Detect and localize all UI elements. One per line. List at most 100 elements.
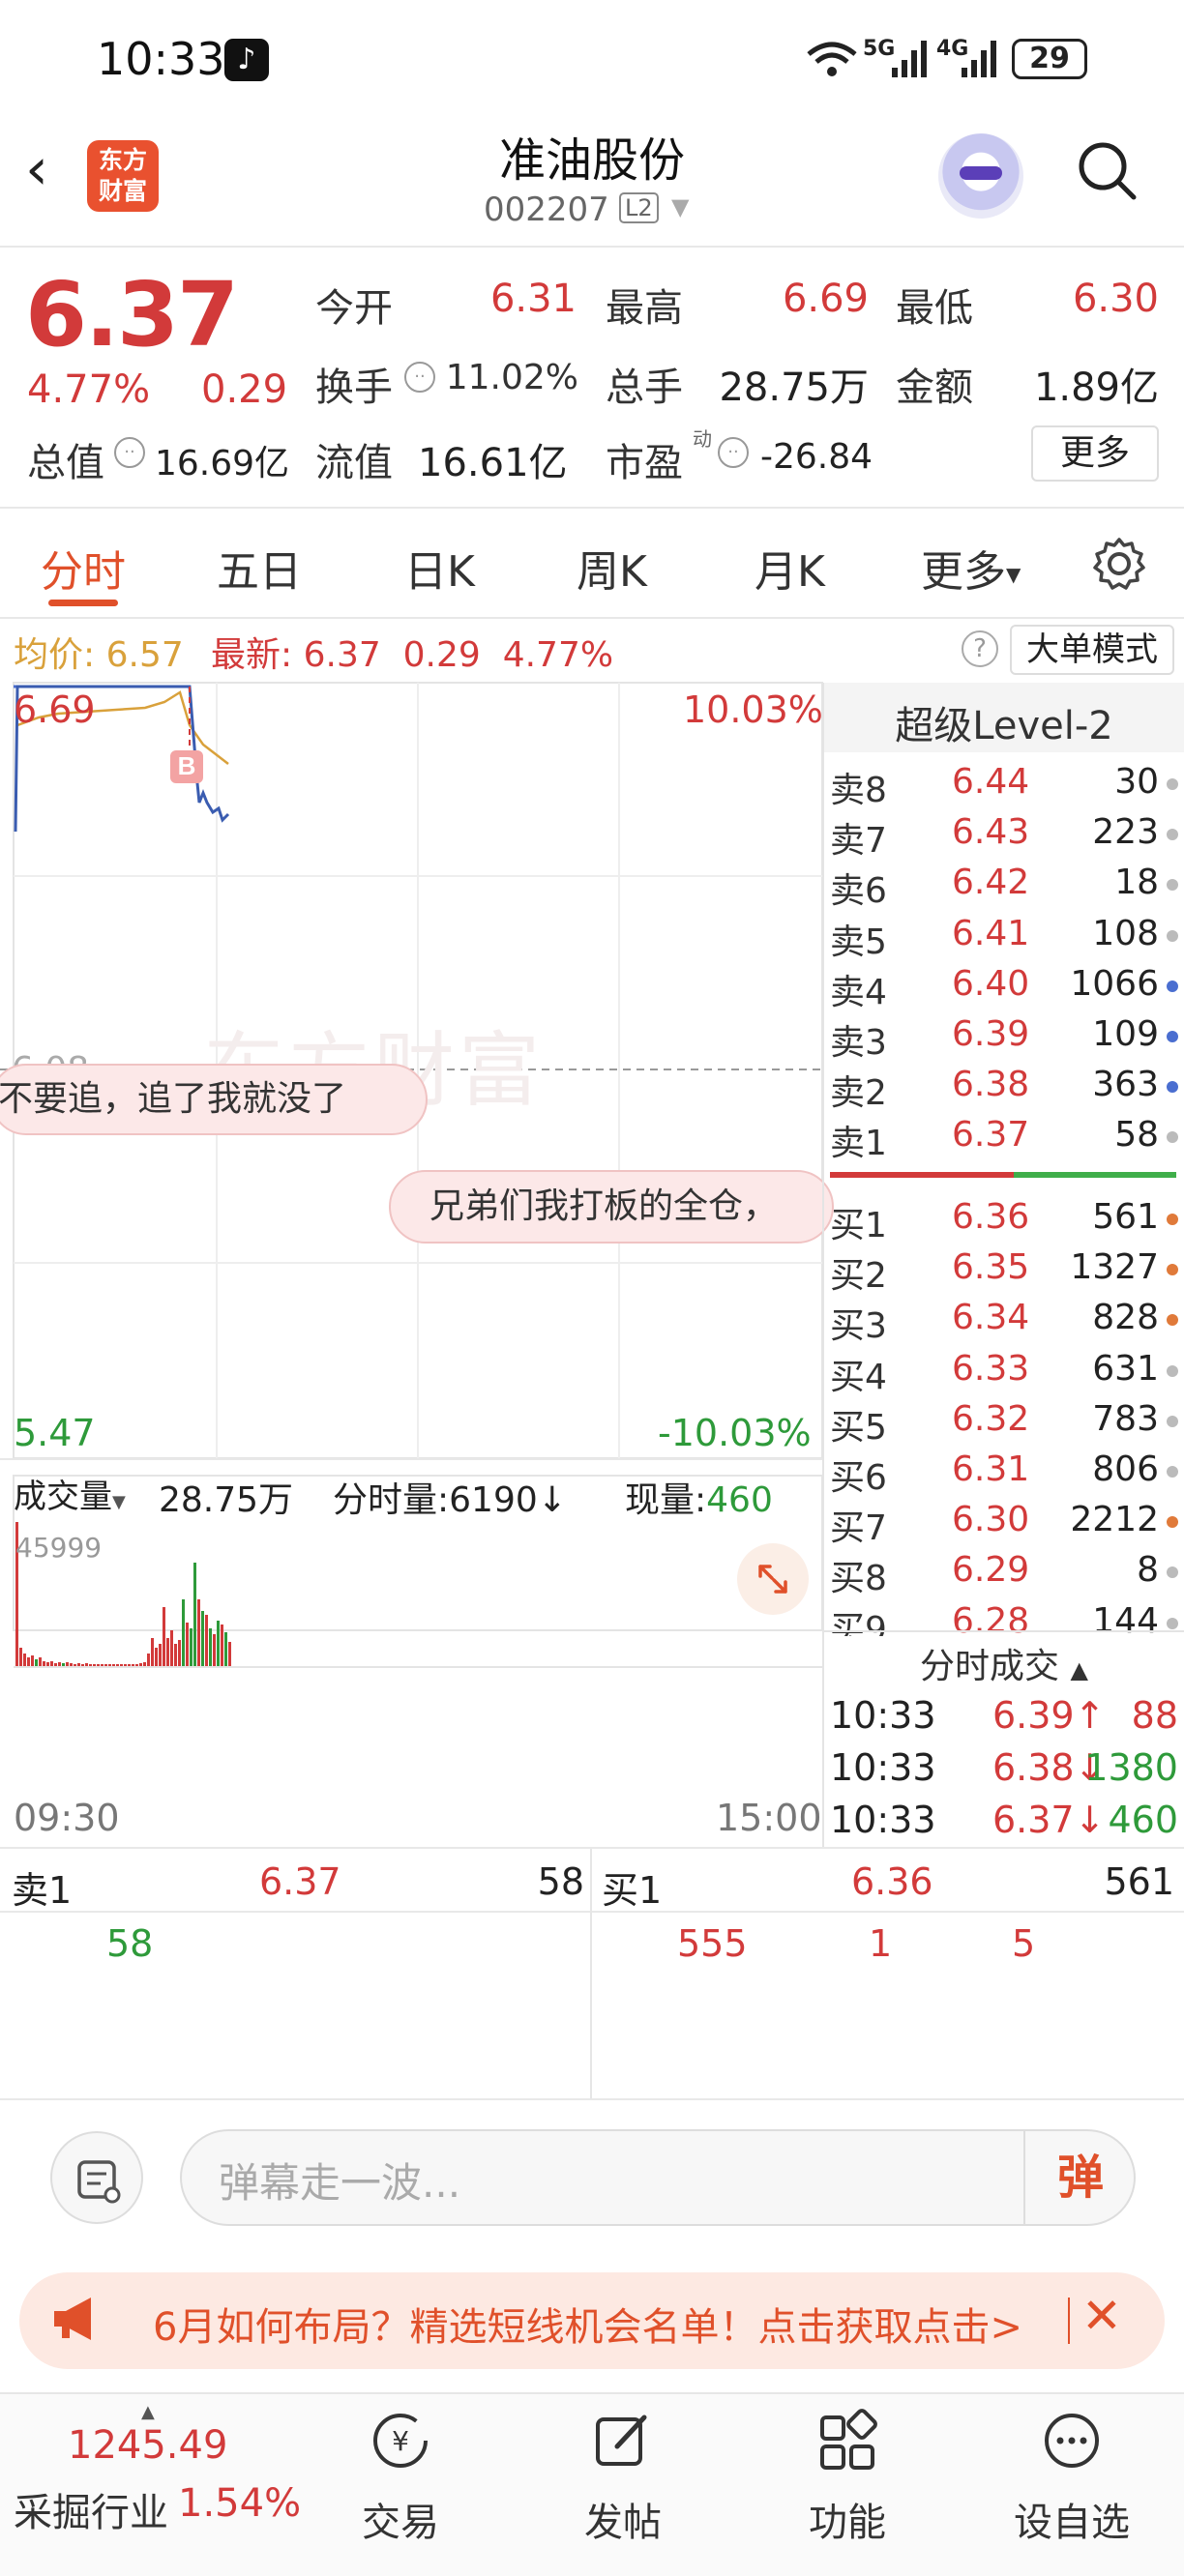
tick-row: 10:33 6.38↓ 1380	[830, 1746, 1178, 1799]
tab-monthly-k[interactable]: 月K	[755, 537, 825, 599]
ask-volume: 223	[1092, 812, 1159, 853]
tab-five-day[interactable]: 五日	[217, 537, 302, 599]
nav-functions[interactable]: 功能	[770, 2406, 925, 2547]
bid-row[interactable]: 买6 6.31 806	[830, 1449, 1178, 1500]
ask-row[interactable]: 卖2 6.38 363	[830, 1065, 1178, 1115]
nav-trade[interactable]: ¥ 交易	[323, 2406, 478, 2547]
volume-bar	[221, 1625, 223, 1667]
bid-price: 6.36	[952, 1197, 1030, 1237]
caret-up-icon: ▲	[141, 2402, 155, 2422]
megaphone-icon	[54, 2298, 91, 2340]
industry-index-value[interactable]: 1245.49	[68, 2423, 227, 2468]
bid-row[interactable]: 买3 6.34 828	[830, 1298, 1178, 1348]
volume-selector[interactable]: 成交量▼	[14, 1470, 126, 1517]
turnover-value: 11.02%	[445, 358, 578, 397]
nav-add-watchlist[interactable]: 设自选	[994, 2406, 1149, 2547]
ask-price: 6.43	[952, 812, 1030, 853]
bid-ask-ratio-green	[1014, 1172, 1176, 1178]
nav-post[interactable]: 发帖	[546, 2406, 700, 2547]
order-dot-icon	[1167, 1466, 1178, 1478]
bid-volume: 1327	[1070, 1247, 1159, 1288]
bid-row[interactable]: 买2 6.35 1327	[830, 1247, 1178, 1298]
bid-level: 买2	[830, 1256, 887, 1297]
volume-bar	[151, 1638, 154, 1667]
turnover-info-icon[interactable]: ··	[404, 362, 435, 393]
tab-daily-k[interactable]: 日K	[404, 537, 475, 599]
ask-row[interactable]: 卖1 6.37 58	[830, 1115, 1178, 1165]
order-dot-icon	[1167, 1415, 1178, 1427]
header-divider	[0, 246, 1184, 248]
danmu-text: 不要追，追了我就没了	[0, 1079, 347, 1119]
industry-name[interactable]: 采掘行业	[14, 2481, 168, 2537]
danmu-bubble[interactable]: 兄弟们我打板的全仓，	[389, 1170, 834, 1244]
bid-row[interactable]: 买4 6.33 631	[830, 1349, 1178, 1399]
volume-bar	[228, 1642, 231, 1667]
bid-price: 6.31	[952, 1449, 1030, 1489]
ask-row[interactable]: 卖5 6.41 108	[830, 914, 1178, 964]
promo-text[interactable]: 6月如何布局？精选短线机会名单！点击获取点击>	[153, 2296, 1062, 2352]
tab-active-indicator	[48, 600, 118, 606]
order-dot-icon	[1167, 778, 1178, 790]
expand-chart-button[interactable]	[737, 1543, 809, 1615]
last-price: 6.37	[25, 263, 239, 366]
ask-row[interactable]: 卖7 6.43 223	[830, 812, 1178, 863]
queue-top-divider	[0, 1847, 1184, 1849]
ask-volume: 58	[1114, 1115, 1159, 1156]
ask-row[interactable]: 卖8 6.44 30	[830, 762, 1178, 812]
pe-info-icon[interactable]: ··	[718, 437, 749, 468]
mktcap-info-icon[interactable]: ··	[114, 437, 145, 468]
bid-row[interactable]: 买1 6.36 561	[830, 1197, 1178, 1247]
dropdown-icon[interactable]: ▼	[671, 193, 689, 220]
bid-row[interactable]: 买5 6.32 783	[830, 1399, 1178, 1449]
chart-top-right: 10.03%	[683, 688, 823, 731]
more-quote-button[interactable]: 更多	[1031, 425, 1159, 482]
assistant-robot-icon[interactable]	[938, 133, 1023, 219]
pe-label: 市盈	[606, 441, 683, 485]
bid-price: 6.33	[952, 1348, 1030, 1389]
danmu-bubble[interactable]: 不要追，追了我就没了	[0, 1064, 428, 1135]
ask-row[interactable]: 卖6 6.42 18	[830, 863, 1178, 913]
tick-row: 10:33 6.37↓ 460	[830, 1799, 1178, 1851]
tab-weekly-k[interactable]: 周K	[577, 537, 647, 599]
ask-volume: 18	[1114, 863, 1159, 903]
search-icon[interactable]	[1076, 139, 1138, 201]
bid-volume: 806	[1092, 1449, 1159, 1489]
bid-row[interactable]: 买8 6.29 8	[830, 1550, 1178, 1600]
tick-volume: 分时量:6190↓	[333, 1472, 567, 1522]
volume-bar	[217, 1621, 220, 1667]
intraday-chart[interactable]: B	[0, 677, 824, 1849]
latest-value: 6.37	[303, 635, 381, 675]
danmu-placeholder[interactable]: 弹幕走一波...	[219, 2151, 460, 2210]
bid-level: 买3	[830, 1306, 887, 1347]
gear-icon[interactable]	[1091, 536, 1147, 592]
big-order-mode-button[interactable]: 大单模式	[1010, 625, 1174, 675]
danmu-text: 兄弟们我打板的全仓，	[429, 1186, 779, 1226]
volume-label: 总手	[606, 366, 683, 410]
tab-intraday[interactable]: 分时	[41, 537, 126, 599]
tab-more[interactable]: 更多▼	[921, 537, 1021, 599]
ask-volume: 363	[1092, 1065, 1159, 1105]
volume-bar	[19, 1648, 22, 1667]
danmu-send-button[interactable]: 弹	[1023, 2129, 1136, 2226]
ask-row[interactable]: 卖3 6.39 109	[830, 1014, 1178, 1065]
volume-selector-label: 成交量	[14, 1478, 112, 1516]
grid-icon	[820, 2409, 877, 2470]
amount-value: 1.89亿	[1033, 366, 1159, 410]
buy-marker-label: B	[178, 751, 196, 780]
volume-bar	[201, 1611, 204, 1667]
mktcap-label: 总值	[27, 441, 104, 485]
ask-price: 6.39	[952, 1014, 1030, 1054]
danmu-settings-icon	[77, 2160, 121, 2204]
ask-level: 卖3	[830, 1023, 887, 1063]
ticks-title[interactable]: 分时成交 ▲	[824, 1638, 1184, 1688]
danmu-settings-button[interactable]	[50, 2131, 143, 2224]
industry-pct[interactable]: 1.54%	[178, 2481, 301, 2526]
bid-row[interactable]: 买7 6.30 2212	[830, 1500, 1178, 1550]
volume-bar	[23, 1654, 26, 1667]
ask-row[interactable]: 卖4 6.40 1066	[830, 964, 1178, 1014]
volume-bar	[163, 1607, 165, 1667]
ask-level: 卖5	[830, 922, 887, 962]
orderbook-title[interactable]: 超级Level-2	[824, 694, 1184, 750]
close-icon[interactable]: ✕	[1081, 2288, 1122, 2344]
help-icon[interactable]: ?	[962, 630, 998, 667]
